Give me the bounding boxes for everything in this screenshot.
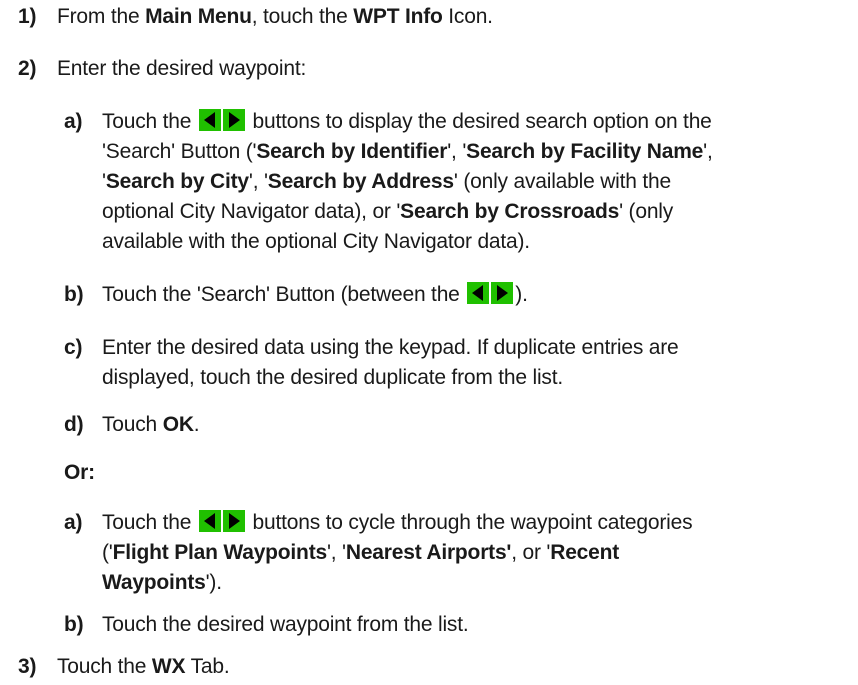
text: Touch the 'Search' Button (between the (102, 283, 466, 306)
text: buttons to display the desired search op… (246, 110, 712, 133)
text: Touch the (102, 110, 197, 133)
option-term: Search by Address (267, 170, 454, 193)
substep-line: Touch the buttons to cycle through the w… (102, 508, 693, 538)
option-term: Search by Crossroads (400, 200, 620, 223)
step-text: Touch the WX Tab. (57, 652, 230, 682)
substep-letter: a) (64, 110, 83, 133)
left-right-arrow-buttons-icon (198, 109, 245, 131)
instruction-page: 1) From the Main Menu, touch the WPT Inf… (0, 0, 858, 685)
step-text: From the Main Menu, touch the WPT Info I… (57, 2, 493, 32)
text: ' (only available with the (453, 170, 671, 193)
text: ', ' (248, 170, 268, 193)
main-menu-term: Main Menu (145, 5, 252, 28)
substep-line: 'Search' Button ('Search by Identifier',… (102, 137, 713, 167)
text: Touch the (102, 511, 197, 534)
substep-letter: c) (64, 336, 83, 359)
option-term: Search by Identifier (256, 140, 448, 163)
text: , or ' (511, 541, 551, 564)
text: 'Search' Button (' (102, 140, 257, 163)
option-term: Search by City (105, 170, 249, 193)
substep-line: optional City Navigator data), or 'Searc… (102, 197, 673, 227)
substep-letter: a) (64, 511, 83, 534)
category-term: Nearest Airports' (345, 541, 512, 564)
step-number: 2) (18, 57, 37, 80)
substep-line: Waypoints'). (102, 568, 222, 598)
left-right-arrow-buttons-icon (198, 510, 245, 532)
or-label: Or: (64, 461, 95, 484)
text: Touch the (57, 655, 152, 678)
substep-line: available with the optional City Navigat… (102, 230, 530, 253)
text: ' (only (619, 200, 674, 223)
text: ', (703, 140, 713, 163)
substep-line: Touch OK. (102, 410, 200, 440)
substep-line: Touch the buttons to display the desired… (102, 107, 712, 137)
substep-line: displayed, touch the desired duplicate f… (102, 366, 563, 389)
text: . (193, 413, 200, 436)
substep-line: Touch the 'Search' Button (between the )… (102, 280, 528, 310)
option-term: Search by Facility Name (466, 140, 704, 163)
wx-term: WX (151, 655, 186, 678)
text: buttons to cycle through the waypoint ca… (246, 511, 693, 534)
text: (' (102, 541, 113, 564)
left-right-arrow-buttons-icon (467, 282, 514, 304)
step-number: 1) (18, 5, 37, 28)
substep-line: Touch the desired waypoint from the list… (102, 613, 469, 636)
step-number: 3) (18, 655, 37, 678)
substep-line: Enter the desired data using the keypad.… (102, 336, 679, 359)
substep-letter: b) (64, 613, 84, 636)
ok-term: OK (162, 413, 194, 436)
text: ', ' (447, 140, 467, 163)
substep-line: ('Flight Plan Waypoints', 'Nearest Airpo… (102, 538, 619, 568)
category-term: Flight Plan Waypoints (112, 541, 328, 564)
category-term: Recent (550, 541, 620, 564)
text: Touch (102, 413, 163, 436)
text: optional City Navigator data), or ' (102, 200, 401, 223)
text: From the (57, 5, 146, 28)
substep-letter: d) (64, 413, 84, 436)
text: '). (205, 571, 222, 594)
substep-letter: b) (64, 283, 84, 306)
category-term: Waypoints (102, 571, 206, 594)
text: ). (515, 283, 528, 306)
text: Icon. (442, 5, 493, 28)
wpt-info-term: WPT Info (353, 5, 443, 28)
text: , touch the (251, 5, 354, 28)
step-text: Enter the desired waypoint: (57, 57, 307, 80)
text: Tab. (185, 655, 230, 678)
text: ', ' (326, 541, 346, 564)
substep-line: 'Search by City', 'Search by Address' (o… (102, 167, 671, 197)
